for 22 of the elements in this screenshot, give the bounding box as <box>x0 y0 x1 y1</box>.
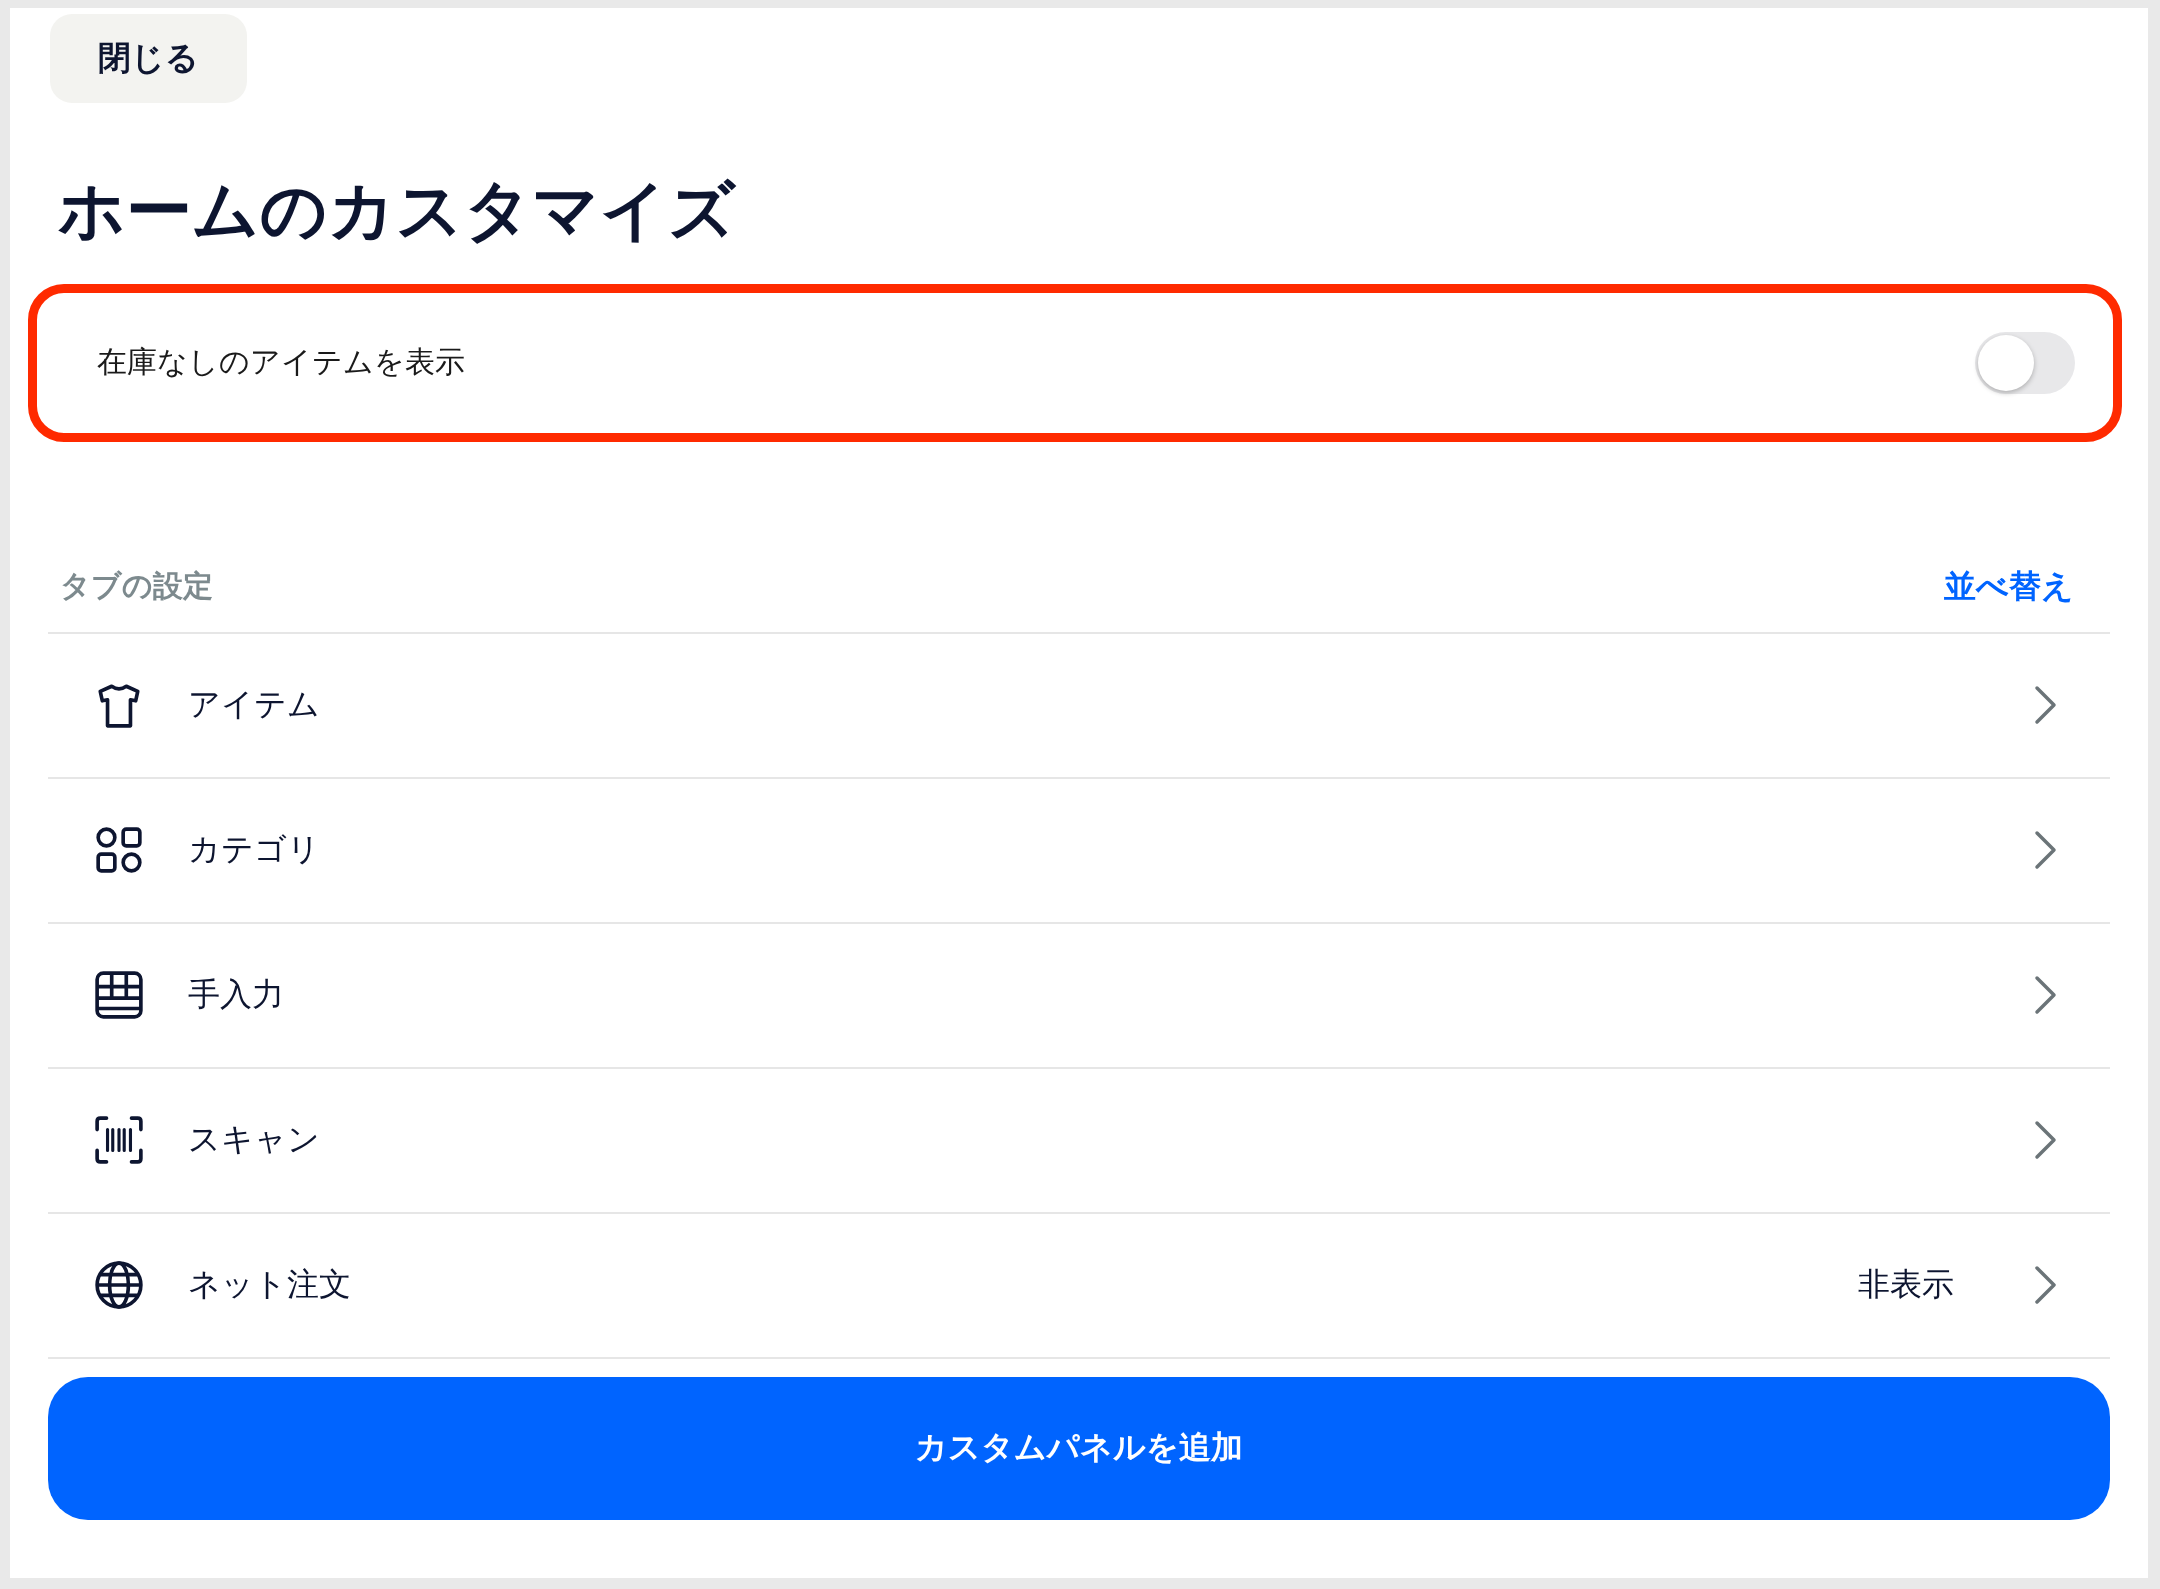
tab-list-item[interactable]: アイテム <box>48 633 2110 779</box>
chevron-right-icon <box>2034 830 2058 871</box>
tab-list-item[interactable]: 手入力 <box>48 923 2110 1069</box>
tab-list-item[interactable]: ネット注文 非表示 <box>48 1213 2110 1359</box>
tab-list-item[interactable]: カテゴリ <box>48 778 2110 924</box>
globe-icon <box>94 1260 144 1311</box>
chevron-right-icon <box>2034 685 2058 726</box>
setting-label: 在庫なしのアイテムを表示 <box>97 343 466 382</box>
grid-icon <box>94 970 144 1021</box>
close-button[interactable]: 閉じる <box>50 14 247 103</box>
barcode-scan-icon <box>94 1115 144 1166</box>
tab-list-item[interactable]: スキャン <box>48 1068 2110 1214</box>
toggle-switch[interactable] <box>1975 331 2075 394</box>
section-heading: タブの設定 <box>60 567 213 606</box>
chevron-right-icon <box>2034 1265 2058 1306</box>
add-panel-button[interactable]: カスタムパネルを追加 <box>48 1376 2110 1520</box>
chevron-right-icon <box>2034 975 2058 1016</box>
sort-link[interactable]: 並べ替え <box>1944 564 2074 609</box>
category-icon <box>94 825 144 876</box>
page-title: ホームのカスタマイズ <box>58 175 737 248</box>
chevron-right-icon <box>2034 1120 2058 1161</box>
status-text: 非表示 <box>1858 1264 1954 1306</box>
